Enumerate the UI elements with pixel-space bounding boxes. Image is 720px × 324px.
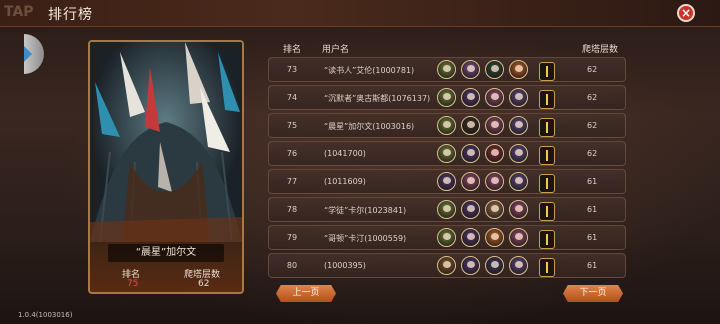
hero-avatar-icon[interactable] <box>461 200 480 219</box>
row-floor: 62 <box>587 121 598 130</box>
column-header-rank: 排名 <box>283 45 302 55</box>
row-rank: 73 <box>286 65 298 74</box>
row-username: (1011609) <box>324 177 366 186</box>
hero-avatar-icon[interactable] <box>509 228 528 247</box>
hero-avatar-icon[interactable] <box>509 256 528 275</box>
row-floor: 61 <box>587 177 598 186</box>
hero-avatar-icon[interactable] <box>461 116 480 135</box>
row-username: (1000395) <box>324 261 366 270</box>
table-row[interactable]: 74 “沉默者”奥古斯都(1076137) 62 <box>268 85 626 110</box>
relic-slot-icon[interactable] <box>539 118 555 137</box>
hero-avatar-icon[interactable] <box>437 256 456 275</box>
hero-avatar-icon[interactable] <box>509 172 528 191</box>
close-button[interactable]: × <box>677 4 695 22</box>
hero-avatar-icon[interactable] <box>437 116 456 135</box>
row-username: “晨星”加尔文(1003016) <box>324 122 415 131</box>
row-rank: 78 <box>286 205 298 214</box>
row-username: (1041700) <box>324 149 366 158</box>
hero-avatar-icon[interactable] <box>509 144 528 163</box>
relic-slot-icon[interactable] <box>539 90 555 109</box>
hero-avatar-icon[interactable] <box>461 144 480 163</box>
row-floor: 61 <box>587 261 598 270</box>
row-rank: 79 <box>286 233 298 242</box>
hero-avatar-icon[interactable] <box>461 172 480 191</box>
character-illustration <box>90 42 242 242</box>
hero-avatar-icon[interactable] <box>461 60 480 79</box>
table-row[interactable]: 76 (1041700) 62 <box>268 141 626 166</box>
row-rank: 74 <box>286 93 298 102</box>
relic-slot-icon[interactable] <box>539 146 555 165</box>
hero-avatar-icon[interactable] <box>509 88 528 107</box>
hero-avatar-icon[interactable] <box>485 228 504 247</box>
hero-avatar-icon[interactable] <box>485 144 504 163</box>
row-floor: 62 <box>587 65 598 74</box>
table-row[interactable]: 78 “学徒”卡尔(1023841) 61 <box>268 197 626 222</box>
top-bar: TAP 排行榜 × <box>0 0 720 27</box>
hero-avatar-icon[interactable] <box>485 60 504 79</box>
row-username: “哥顿”卡汀(1000559) <box>324 234 407 243</box>
player-name: “晨星”加尔文 <box>108 244 224 262</box>
hero-avatar-icon[interactable] <box>509 200 528 219</box>
hero-avatar-icon[interactable] <box>509 116 528 135</box>
floor-value: 62 <box>198 279 210 289</box>
row-floor: 62 <box>587 93 598 102</box>
hero-avatar-icon[interactable] <box>437 228 456 247</box>
hero-avatar-icon[interactable] <box>437 200 456 219</box>
next-page-button[interactable]: 下一页 <box>563 285 623 302</box>
hero-avatar-icon[interactable] <box>461 256 480 275</box>
row-username: “读书人”艾伦(1000781) <box>324 66 415 75</box>
hero-avatar-icon[interactable] <box>437 88 456 107</box>
hero-avatar-icon[interactable] <box>437 144 456 163</box>
relic-slot-icon[interactable] <box>539 202 555 221</box>
table-row[interactable]: 75 “晨星”加尔文(1003016) 62 <box>268 113 626 138</box>
table-row[interactable]: 77 (1011609) 61 <box>268 169 626 194</box>
row-rank: 75 <box>286 121 298 130</box>
row-rank: 80 <box>286 261 298 270</box>
row-rank: 77 <box>286 177 298 186</box>
hero-avatar-icon[interactable] <box>461 88 480 107</box>
column-header-floor: 爬塔层数 <box>582 45 619 55</box>
hero-avatar-icon[interactable] <box>437 172 456 191</box>
column-header-user: 用户名 <box>322 45 350 55</box>
arrow-right-icon <box>24 46 32 62</box>
relic-slot-icon[interactable] <box>539 230 555 249</box>
hero-avatar-icon[interactable] <box>485 256 504 275</box>
relic-slot-icon[interactable] <box>539 258 555 277</box>
hero-avatar-icon[interactable] <box>485 200 504 219</box>
row-username: “沉默者”奥古斯都(1076137) <box>324 94 431 103</box>
table-row[interactable]: 79 “哥顿”卡汀(1000559) 61 <box>268 225 626 250</box>
close-icon: × <box>680 6 692 20</box>
row-rank: 76 <box>286 149 298 158</box>
row-floor: 62 <box>587 149 598 158</box>
row-username: “学徒”卡尔(1023841) <box>324 206 407 215</box>
player-card: “晨星”加尔文 排名 75 爬塔层数 62 <box>88 40 244 294</box>
hero-avatar-icon[interactable] <box>485 172 504 191</box>
hero-avatar-icon[interactable] <box>485 116 504 135</box>
version-label: 1.0.4(1003016) <box>18 311 73 319</box>
row-floor: 61 <box>587 205 598 214</box>
game-logo: TAP <box>4 4 34 20</box>
hero-avatar-icon[interactable] <box>461 228 480 247</box>
relic-slot-icon[interactable] <box>539 174 555 193</box>
hero-avatar-icon[interactable] <box>509 60 528 79</box>
table-row[interactable]: 73 “读书人”艾伦(1000781) 62 <box>268 57 626 82</box>
hero-avatar-icon[interactable] <box>485 88 504 107</box>
table-row[interactable]: 80 (1000395) 61 <box>268 253 626 278</box>
hero-avatar-icon[interactable] <box>437 60 456 79</box>
rank-value: 75 <box>127 279 139 289</box>
page-title: 排行榜 <box>48 7 93 23</box>
relic-slot-icon[interactable] <box>539 62 555 81</box>
prev-page-button[interactable]: 上一页 <box>276 285 336 302</box>
row-floor: 61 <box>587 233 598 242</box>
